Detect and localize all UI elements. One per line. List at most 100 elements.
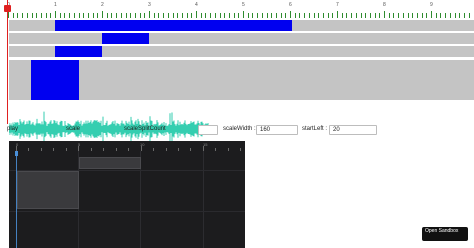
ruler-label-7: 7 bbox=[336, 2, 339, 8]
scale-label: scale bbox=[66, 126, 81, 132]
ruler-minor-tick bbox=[125, 13, 127, 18]
ruler-minor-tick bbox=[388, 13, 390, 18]
ruler-minor-tick bbox=[257, 13, 259, 18]
ruler-minor-tick bbox=[341, 13, 343, 18]
dark-ruler-tick bbox=[103, 148, 105, 151]
ruler-minor-tick bbox=[449, 13, 451, 18]
ruler-minor-tick bbox=[40, 13, 42, 18]
ruler-major-tick bbox=[384, 11, 385, 18]
action-block-4[interactable] bbox=[31, 60, 79, 100]
ruler-minor-tick bbox=[238, 13, 240, 18]
dark-ruler-tick bbox=[128, 148, 130, 151]
action-block-3[interactable] bbox=[55, 46, 102, 57]
ruler-minor-tick bbox=[106, 13, 108, 18]
ruler-minor-tick bbox=[351, 13, 353, 18]
dark-cursor-line[interactable] bbox=[16, 151, 17, 248]
playhead-line[interactable] bbox=[7, 0, 8, 124]
ruler-major-tick bbox=[431, 11, 432, 18]
ruler-minor-tick bbox=[134, 13, 136, 18]
dark-timeline-editor[interactable]: 0 5 10 15 bbox=[9, 141, 245, 248]
dark-ruler-tick bbox=[115, 148, 117, 151]
ruler-minor-tick bbox=[144, 13, 146, 18]
ruler-minor-tick bbox=[26, 13, 28, 18]
scale-split-count-input[interactable] bbox=[198, 125, 218, 135]
ruler-minor-tick bbox=[421, 13, 423, 18]
ruler-minor-tick bbox=[233, 13, 235, 18]
ruler-minor-tick bbox=[181, 13, 183, 18]
ruler-major-tick bbox=[337, 11, 338, 18]
start-left-input[interactable]: 20 bbox=[329, 125, 377, 135]
open-sandbox-button[interactable]: Open Sandbox bbox=[422, 227, 468, 241]
ruler-minor-tick bbox=[214, 13, 216, 18]
ruler-minor-tick bbox=[416, 13, 418, 18]
scale-width-label: scaleWidth : bbox=[223, 126, 256, 132]
dark-ruler-tick bbox=[165, 148, 167, 151]
ruler-minor-tick bbox=[177, 13, 179, 18]
ruler-minor-tick bbox=[463, 13, 465, 18]
playhead-handle[interactable] bbox=[4, 5, 11, 12]
ruler-minor-tick bbox=[398, 13, 400, 18]
ruler-minor-tick bbox=[224, 13, 226, 18]
ruler-minor-tick bbox=[111, 13, 113, 18]
action-block-1[interactable] bbox=[55, 20, 292, 31]
ruler-minor-tick bbox=[435, 13, 437, 18]
dark-ruler-tick bbox=[53, 148, 55, 151]
ruler-major-tick bbox=[196, 11, 197, 18]
timeline-track-2[interactable] bbox=[9, 33, 474, 44]
ruler-minor-tick bbox=[402, 13, 404, 18]
ruler-minor-tick bbox=[261, 13, 263, 18]
ruler-minor-tick bbox=[153, 13, 155, 18]
ruler-minor-tick bbox=[468, 13, 470, 18]
timeline-track-1[interactable] bbox=[9, 20, 474, 31]
dark-ruler-tick bbox=[190, 148, 192, 151]
ruler-minor-tick bbox=[426, 13, 428, 18]
ruler-minor-tick bbox=[205, 13, 207, 18]
ruler-minor-tick bbox=[97, 13, 99, 18]
ruler-minor-tick bbox=[78, 13, 80, 18]
ruler-minor-tick bbox=[365, 13, 367, 18]
ruler-minor-tick bbox=[191, 13, 193, 18]
ruler-minor-tick bbox=[36, 13, 38, 18]
dark-grid-line bbox=[203, 151, 204, 248]
timeline-ruler[interactable]: 0 1 2 3 4 5 6 7 8 9 bbox=[0, 0, 474, 18]
ruler-minor-tick bbox=[17, 13, 19, 18]
ruler-minor-tick bbox=[322, 13, 324, 18]
ruler-minor-tick bbox=[158, 13, 160, 18]
ruler-minor-tick bbox=[167, 13, 169, 18]
ruler-minor-tick bbox=[374, 13, 376, 18]
ruler-minor-tick bbox=[369, 13, 371, 18]
dark-ruler-tick bbox=[28, 148, 30, 151]
ruler-minor-tick bbox=[69, 13, 71, 18]
ruler-label-2: 2 bbox=[101, 2, 104, 8]
ruler-label-5: 5 bbox=[242, 2, 245, 8]
ruler-major-tick bbox=[243, 11, 244, 18]
dark-action-block-1[interactable] bbox=[79, 157, 141, 169]
ruler-minor-tick bbox=[22, 13, 24, 18]
ruler-minor-tick bbox=[31, 13, 33, 18]
timeline-track-3[interactable] bbox=[9, 46, 474, 57]
dark-ruler-tick bbox=[240, 148, 242, 151]
ruler-minor-tick bbox=[313, 13, 315, 18]
scale-width-input[interactable]: 160 bbox=[256, 125, 298, 135]
dark-ruler-tick bbox=[65, 148, 67, 151]
ruler-minor-tick bbox=[346, 13, 348, 18]
dark-action-block-2[interactable] bbox=[17, 171, 79, 209]
ruler-minor-tick bbox=[266, 13, 268, 18]
ruler-major-tick bbox=[290, 11, 291, 18]
ruler-minor-tick bbox=[318, 13, 320, 18]
ruler-minor-tick bbox=[120, 13, 122, 18]
ruler-label-4: 4 bbox=[195, 2, 198, 8]
ruler-minor-tick bbox=[275, 13, 277, 18]
ruler-minor-tick bbox=[73, 13, 75, 18]
ruler-minor-tick bbox=[45, 13, 47, 18]
ruler-label-6: 6 bbox=[289, 2, 292, 8]
ruler-minor-tick bbox=[219, 13, 221, 18]
ruler-minor-tick bbox=[280, 13, 282, 18]
ruler-minor-tick bbox=[228, 13, 230, 18]
action-block-2[interactable] bbox=[102, 33, 149, 44]
ruler-minor-tick bbox=[130, 13, 132, 18]
timeline-track-4[interactable] bbox=[9, 60, 474, 100]
ruler-minor-tick bbox=[304, 13, 306, 18]
start-left-label: startLeft : bbox=[302, 126, 328, 132]
ruler-label-8: 8 bbox=[383, 2, 386, 8]
